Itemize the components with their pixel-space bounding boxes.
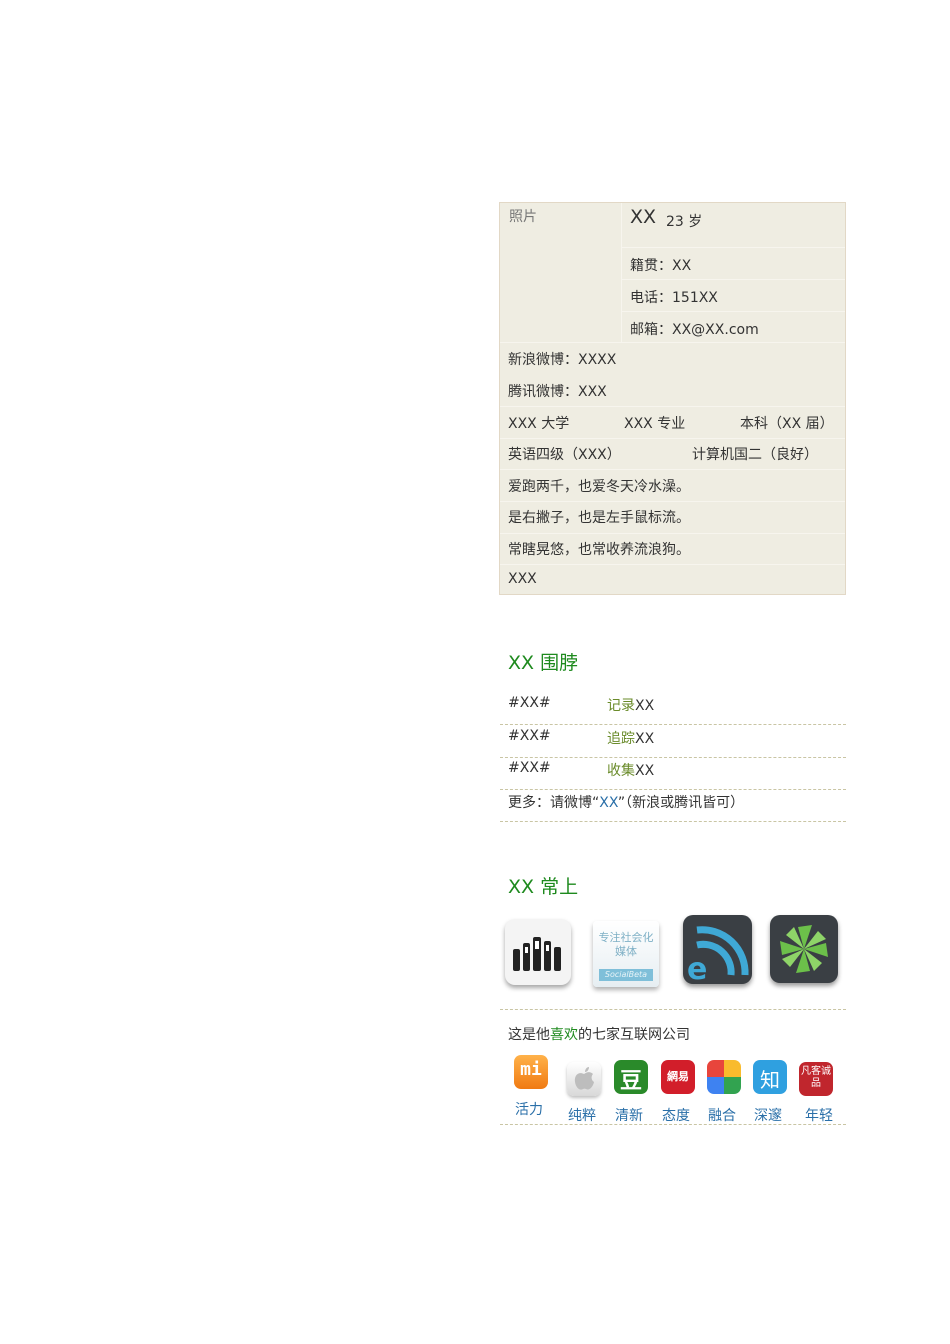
degree: 本科（XX 届）: [740, 416, 834, 432]
vancl-icon[interactable]: 凡客诚品: [799, 1062, 833, 1096]
scarf-more-link[interactable]: XX: [599, 795, 618, 811]
weibo-sina: 新浪微博：XXXX: [508, 352, 617, 368]
major: XXX 专业: [624, 416, 686, 432]
certificates-row: 英语四级（XXX） 计算机国二（良好）: [500, 438, 845, 470]
bio-row: 常瞎晃悠，也常收养流浪狗。: [500, 533, 845, 565]
person-age: 23 岁: [666, 214, 703, 230]
company-label: 清新: [615, 1108, 643, 1124]
photo-placeholder: 照片: [500, 203, 622, 343]
scarf-tag[interactable]: #XX#: [508, 760, 551, 776]
hands-logo-icon[interactable]: [505, 919, 571, 985]
svg-text:e: e: [687, 952, 707, 984]
company-label: 融合: [708, 1108, 736, 1124]
scarf-tag[interactable]: #XX#: [508, 728, 551, 744]
hometown-row: 籍贯：XX: [621, 247, 845, 280]
hometown: 籍贯：XX: [630, 258, 692, 274]
profile-card: 照片 XX 23 岁 籍贯：XX 电话：151XX 邮箱：XX@XX.com 新…: [499, 202, 846, 595]
scarf-row: #XX# 追踪XX: [500, 725, 846, 758]
rss-e-logo-icon[interactable]: e: [683, 915, 752, 987]
email-row: 邮箱：XX@XX.com: [621, 311, 845, 343]
bio-row: XXX: [500, 564, 845, 595]
divider: [500, 1009, 846, 1010]
person-name: XX: [630, 206, 657, 228]
bio-line: 常瞎晃悠，也常收养流浪狗。: [508, 542, 690, 558]
phone: 电话：151XX: [630, 290, 718, 306]
scarf-more-row: 更多：请微博“XX”（新浪或腾讯皆可）: [500, 789, 846, 822]
xiaomi-icon[interactable]: mi: [514, 1055, 548, 1089]
scarf-action: 记录XX: [607, 698, 655, 714]
company-label: 活力: [515, 1102, 543, 1118]
scarf-more-text: 更多：请微博“XX”（新浪或腾讯皆可）: [508, 795, 745, 811]
scarf-row: #XX# 收集XX: [500, 757, 846, 790]
phone-row: 电话：151XX: [621, 279, 845, 312]
scarf-row: #XX# 记录XX: [500, 692, 846, 725]
divider: [500, 1124, 846, 1125]
apple-icon[interactable]: [567, 1062, 601, 1096]
company-label: 态度: [662, 1108, 690, 1124]
companies-intro: 这是他喜欢的七家互联网公司: [508, 1027, 690, 1043]
google-icon[interactable]: [707, 1060, 741, 1094]
computer-cert: 计算机国二（良好）: [692, 447, 818, 463]
bio-row: 爱跑两千，也爱冬天冷水澡。: [500, 469, 845, 502]
bio-line: 爱跑两千，也爱冬天冷水澡。: [508, 479, 690, 495]
weibo-tencent: 腾讯微博：XXX: [508, 384, 607, 400]
scarf-action: 追踪XX: [607, 731, 655, 747]
scarf-tag[interactable]: #XX#: [508, 695, 551, 711]
company-label: 深邃: [754, 1108, 782, 1124]
english-cert: 英语四级（XXX）: [508, 447, 621, 463]
email: 邮箱：XX@XX.com: [630, 322, 759, 338]
photo-label: 照片: [509, 209, 537, 225]
weibo-tencent-row: 腾讯微博：XXX: [500, 374, 845, 407]
education-row: XXX 大学 XXX 专业 本科（XX 届）: [500, 406, 845, 439]
company-label: 年轻: [805, 1108, 833, 1124]
scarf-section-title: XX 围脖: [508, 652, 579, 674]
socialbeta-logo-icon[interactable]: 专注社会化媒体 SocialBeta: [593, 921, 659, 987]
bio-row: 是右撇子，也是左手鼠标流。: [500, 501, 845, 534]
university: XXX 大学: [508, 416, 570, 432]
bio-line: 是右撇子，也是左手鼠标流。: [508, 510, 690, 526]
douban-icon[interactable]: 豆: [614, 1060, 648, 1094]
bio-line: XXX: [508, 571, 537, 587]
weibo-sina-row: 新浪微博：XXXX: [500, 342, 845, 374]
netease-icon[interactable]: 網易: [661, 1060, 695, 1094]
frequent-section-title: XX 常上: [508, 876, 579, 898]
green-pinwheel-logo-icon[interactable]: [770, 915, 838, 983]
name-row: XX 23 岁: [621, 203, 845, 248]
company-label: 纯粹: [568, 1108, 596, 1124]
zhihu-icon[interactable]: 知: [753, 1060, 787, 1094]
scarf-action: 收集XX: [607, 763, 655, 779]
